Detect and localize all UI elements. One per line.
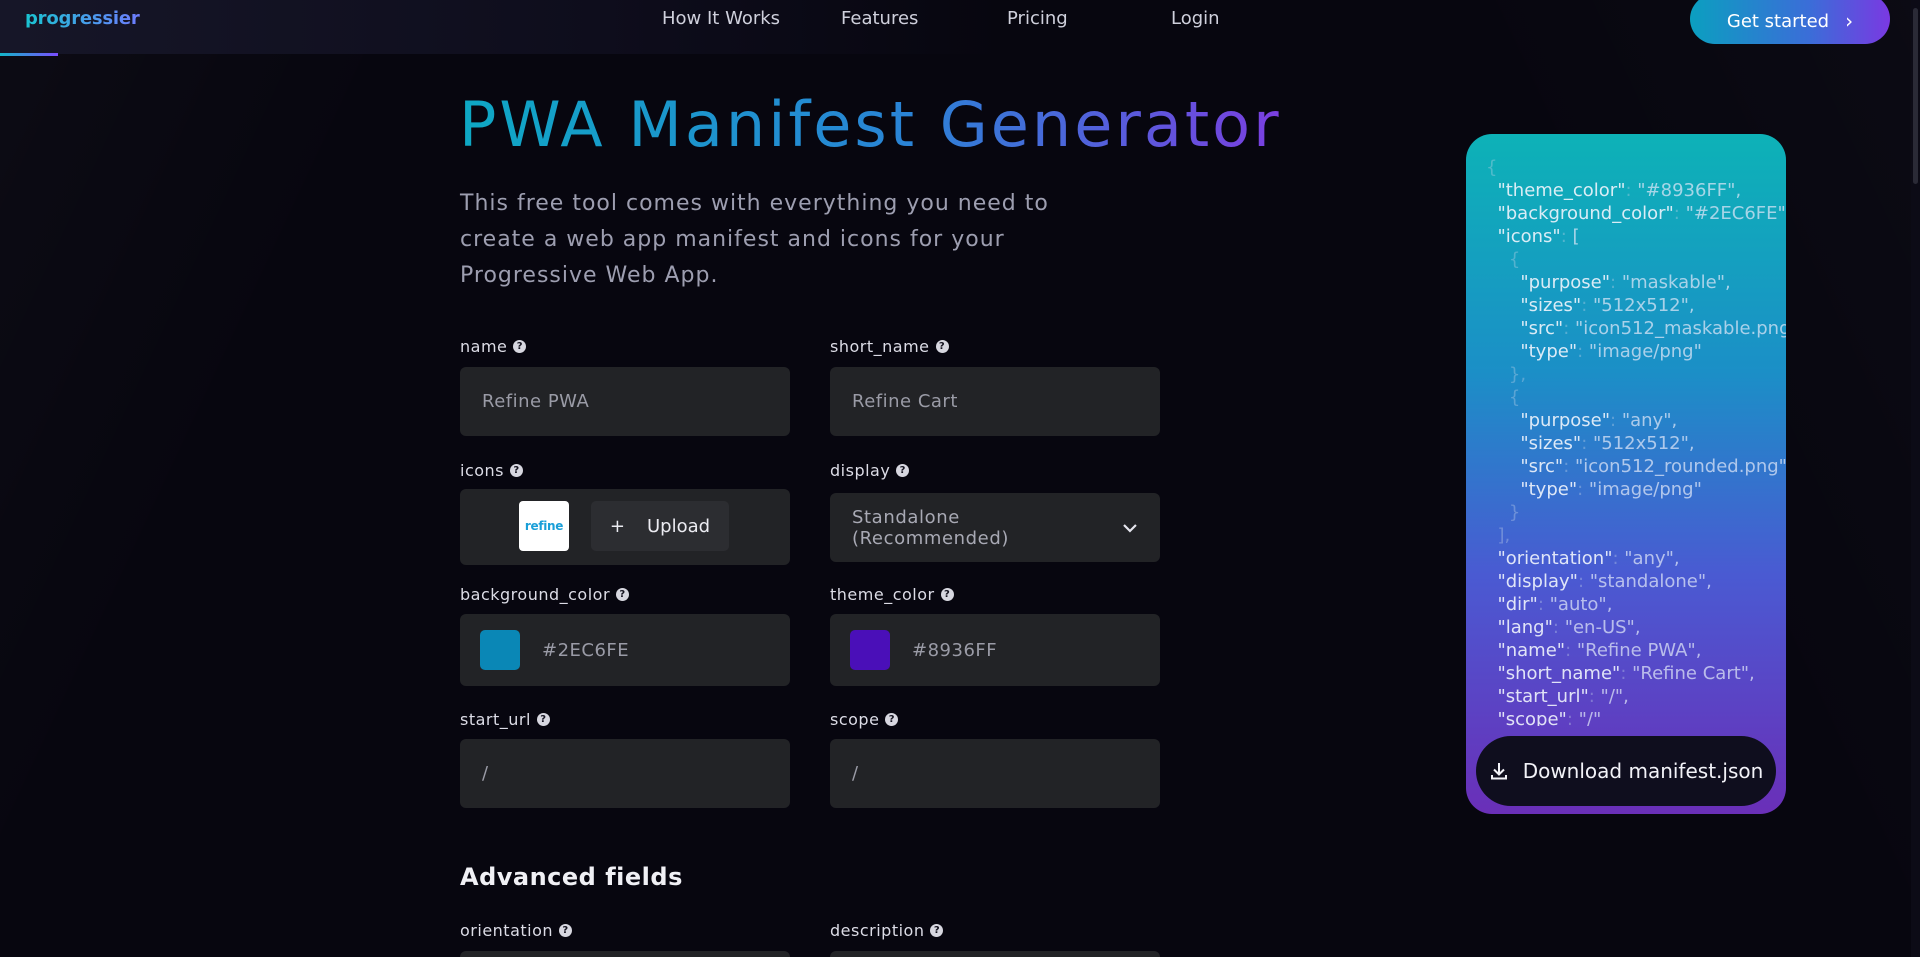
- json-line: "short_name": "Refine Cart",: [1497, 663, 1755, 684]
- scope-input[interactable]: /: [830, 739, 1160, 808]
- help-icon[interactable]: ?: [559, 924, 573, 937]
- description-input[interactable]: [830, 951, 1160, 957]
- json-line: "sizes": "512x512",: [1520, 433, 1695, 454]
- background-color-label-text: background_color: [460, 585, 611, 604]
- icon-thumbnail[interactable]: refine: [519, 501, 569, 551]
- upload-button[interactable]: + Upload: [591, 501, 729, 551]
- intro-text: This free tool comes with everything you…: [460, 191, 1049, 288]
- scope-label-text: scope: [830, 710, 880, 729]
- background-color-input[interactable]: #2EC6FE: [460, 614, 790, 686]
- display-select[interactable]: Standalone (Recommended): [830, 493, 1160, 562]
- json-line: "dir": "auto",: [1497, 594, 1613, 615]
- name-label: name ?: [460, 337, 527, 356]
- theme-color-input[interactable]: #8936FF: [830, 614, 1160, 686]
- json-line: "background_color": "#2EC6FE",: [1497, 203, 1786, 224]
- scrollbar-thumb[interactable]: [1913, 8, 1918, 184]
- background-color-label: background_color ?: [460, 585, 630, 604]
- icons-field: refine + Upload: [460, 489, 790, 565]
- description-label: description ?: [830, 921, 944, 940]
- start-url-label: start_url ?: [460, 710, 550, 729]
- json-line: "lang": "en-US",: [1497, 617, 1641, 638]
- theme-color-label: theme_color ?: [830, 585, 954, 604]
- brand-logo[interactable]: progressier: [25, 8, 140, 29]
- background-color-swatch[interactable]: [480, 630, 520, 670]
- plus-icon: +: [609, 515, 625, 537]
- json-line: "scope": "/": [1497, 709, 1602, 726]
- start-url-value: /: [482, 763, 489, 784]
- json-line: "type": "image/png": [1520, 341, 1702, 362]
- json-line: "src": "icon512_rounded.png",: [1520, 456, 1786, 477]
- json-line: ],: [1486, 525, 1511, 546]
- download-manifest-button[interactable]: Download manifest.json: [1476, 736, 1776, 806]
- json-line: {: [1486, 157, 1498, 178]
- help-icon[interactable]: ?: [896, 464, 910, 477]
- nav-how-it-works[interactable]: How It Works: [662, 8, 780, 29]
- name-value: Refine PWA: [482, 391, 590, 412]
- start-url-input[interactable]: /: [460, 739, 790, 808]
- short-name-label-text: short_name: [830, 337, 930, 356]
- json-line: },: [1486, 364, 1527, 385]
- help-icon[interactable]: ?: [930, 924, 944, 937]
- theme-color-value: #8936FF: [912, 639, 998, 661]
- help-icon[interactable]: ?: [536, 713, 550, 726]
- json-line: "sizes": "512x512",: [1520, 295, 1695, 316]
- help-icon[interactable]: ?: [885, 713, 899, 726]
- description-label-text: description: [830, 921, 925, 940]
- theme-color-swatch[interactable]: [850, 630, 890, 670]
- name-label-text: name: [460, 337, 508, 356]
- json-line: "purpose": "maskable",: [1520, 272, 1731, 293]
- orientation-label-text: orientation: [460, 921, 554, 940]
- nav-features[interactable]: Features: [841, 8, 918, 29]
- help-icon[interactable]: ?: [510, 464, 524, 477]
- theme-color-label-text: theme_color: [830, 585, 935, 604]
- json-line: "icons": [: [1497, 226, 1580, 247]
- help-icon[interactable]: ?: [513, 340, 527, 353]
- display-label: display ?: [830, 461, 910, 480]
- help-icon[interactable]: ?: [935, 340, 949, 353]
- json-line: "name": "Refine PWA",: [1497, 640, 1702, 661]
- json-line: "src": "icon512_maskable.png",: [1520, 318, 1786, 339]
- icons-label-text: icons: [460, 461, 505, 480]
- json-line: "type": "image/png": [1520, 479, 1702, 500]
- download-icon: [1490, 763, 1507, 780]
- advanced-fields-heading: Advanced fields: [460, 863, 683, 891]
- manifest-preview-card: { "theme_color": "#8936FF", "background_…: [1466, 134, 1786, 814]
- background-color-value: #2EC6FE: [542, 639, 630, 661]
- download-label: Download manifest.json: [1522, 759, 1764, 783]
- logo-underline: [0, 53, 58, 56]
- chevron-right-icon: ›: [1845, 9, 1854, 33]
- json-line: {: [1486, 387, 1521, 408]
- manifest-json-preview[interactable]: { "theme_color": "#8936FF", "background_…: [1486, 156, 1786, 726]
- help-icon[interactable]: ?: [940, 588, 954, 601]
- short-name-input[interactable]: Refine Cart: [830, 367, 1160, 436]
- json-line: "start_url": "/",: [1497, 686, 1629, 707]
- display-label-text: display: [830, 461, 891, 480]
- short-name-label: short_name ?: [830, 337, 949, 356]
- nav-login[interactable]: Login: [1171, 8, 1220, 29]
- json-line: "purpose": "any",: [1520, 410, 1678, 431]
- upload-label: Upload: [647, 515, 711, 537]
- json-line: "display": "standalone",: [1497, 571, 1712, 592]
- json-line: "theme_color": "#8936FF",: [1497, 180, 1742, 201]
- start-url-label-text: start_url: [460, 710, 531, 729]
- get-started-button[interactable]: Get started ›: [1690, 0, 1890, 44]
- chevron-down-icon: [1123, 523, 1137, 533]
- name-input[interactable]: Refine PWA: [460, 367, 790, 436]
- json-line: }: [1486, 502, 1521, 523]
- nav-pricing[interactable]: Pricing: [1007, 8, 1068, 29]
- scope-value: /: [852, 763, 859, 784]
- scope-label: scope ?: [830, 710, 899, 729]
- icon-thumbnail-text: refine: [524, 519, 564, 533]
- get-started-label: Get started: [1726, 10, 1830, 32]
- json-line: "orientation": "any",: [1497, 548, 1680, 569]
- page-title: PWA Manifest Generator: [459, 88, 1282, 161]
- icons-label: icons ?: [460, 461, 524, 480]
- orientation-label: orientation ?: [460, 921, 573, 940]
- short-name-value: Refine Cart: [852, 391, 958, 412]
- site-header: progressier How It Works Features Pricin…: [0, 0, 1920, 56]
- json-line: {: [1486, 249, 1521, 270]
- orientation-select[interactable]: [460, 951, 790, 957]
- display-value: Standalone (Recommended): [852, 506, 1010, 549]
- help-icon[interactable]: ?: [616, 588, 630, 601]
